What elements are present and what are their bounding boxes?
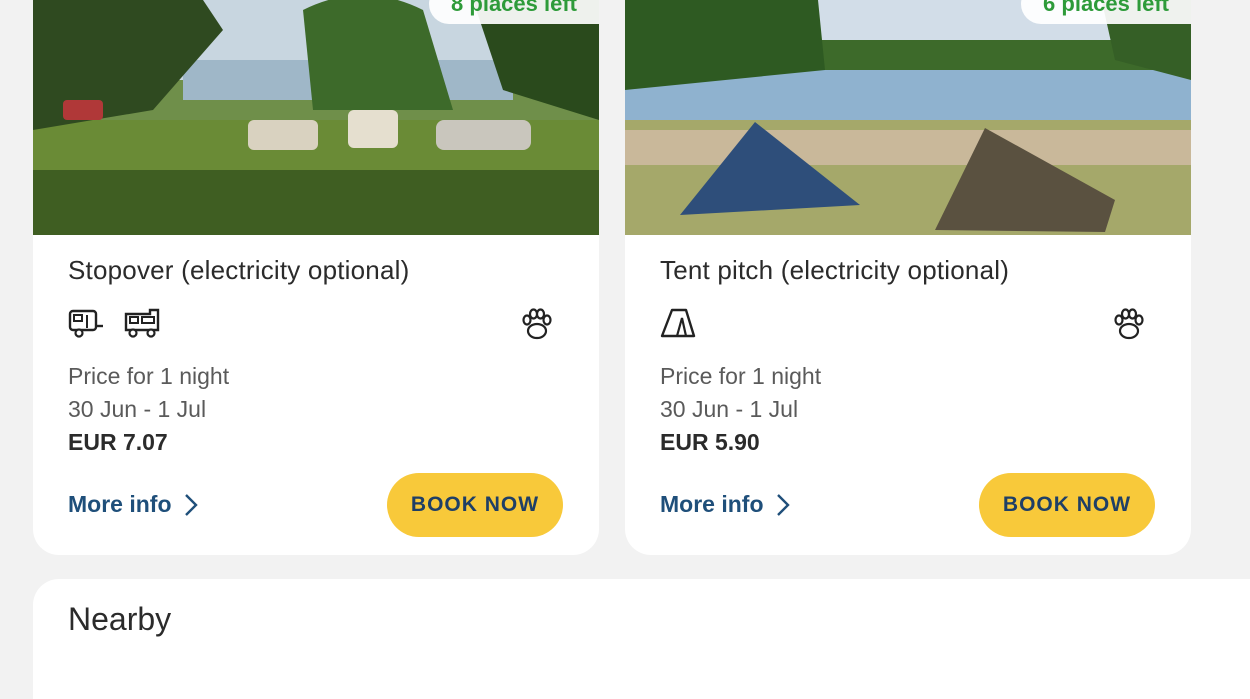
pitch-card-tent: 6 places left Tent pitch (electricity op…	[625, 0, 1191, 555]
section-title: Nearby	[68, 601, 172, 637]
price-value: EUR 5.90	[660, 429, 760, 455]
pitch-title: Stopover (electricity optional)	[68, 255, 410, 285]
stay-dates: 30 Jun - 1 Jul	[660, 396, 799, 422]
campervan-icon	[124, 308, 160, 338]
caravan-icon	[68, 309, 103, 338]
book-now-button[interactable]: BOOK NOW	[387, 473, 563, 537]
chevron-right-icon	[184, 493, 198, 516]
places-left-badge: 6 places left	[1021, 0, 1191, 24]
more-info-link[interactable]: More info	[68, 491, 198, 518]
pitch-card-stopover: 8 places left Stopover (electricity opti…	[33, 0, 599, 555]
chevron-right-icon	[776, 493, 790, 516]
stay-dates: 30 Jun - 1 Jul	[68, 396, 207, 422]
price-label: Price for 1 night	[68, 363, 230, 389]
book-now-button[interactable]: BOOK NOW	[979, 473, 1155, 537]
places-left-badge: 8 places left	[429, 0, 599, 24]
pitch-title: Tent pitch (electricity optional)	[660, 255, 1010, 285]
more-info-link[interactable]: More info	[660, 491, 790, 518]
campsite-photo[interactable]: 6 places left	[625, 0, 1191, 235]
nearby-section: Nearby	[33, 579, 1250, 699]
more-info-label: More info	[68, 491, 172, 517]
vehicle-icons	[68, 306, 160, 342]
more-info-label: More info	[660, 491, 764, 517]
campsite-photo[interactable]: 8 places left	[33, 0, 599, 235]
paw-icon	[522, 308, 552, 340]
tent-icon	[660, 308, 696, 338]
vehicle-icons	[660, 306, 696, 342]
price-label: Price for 1 night	[660, 363, 822, 389]
paw-icon	[1114, 308, 1144, 340]
price-value: EUR 7.07	[68, 429, 168, 455]
